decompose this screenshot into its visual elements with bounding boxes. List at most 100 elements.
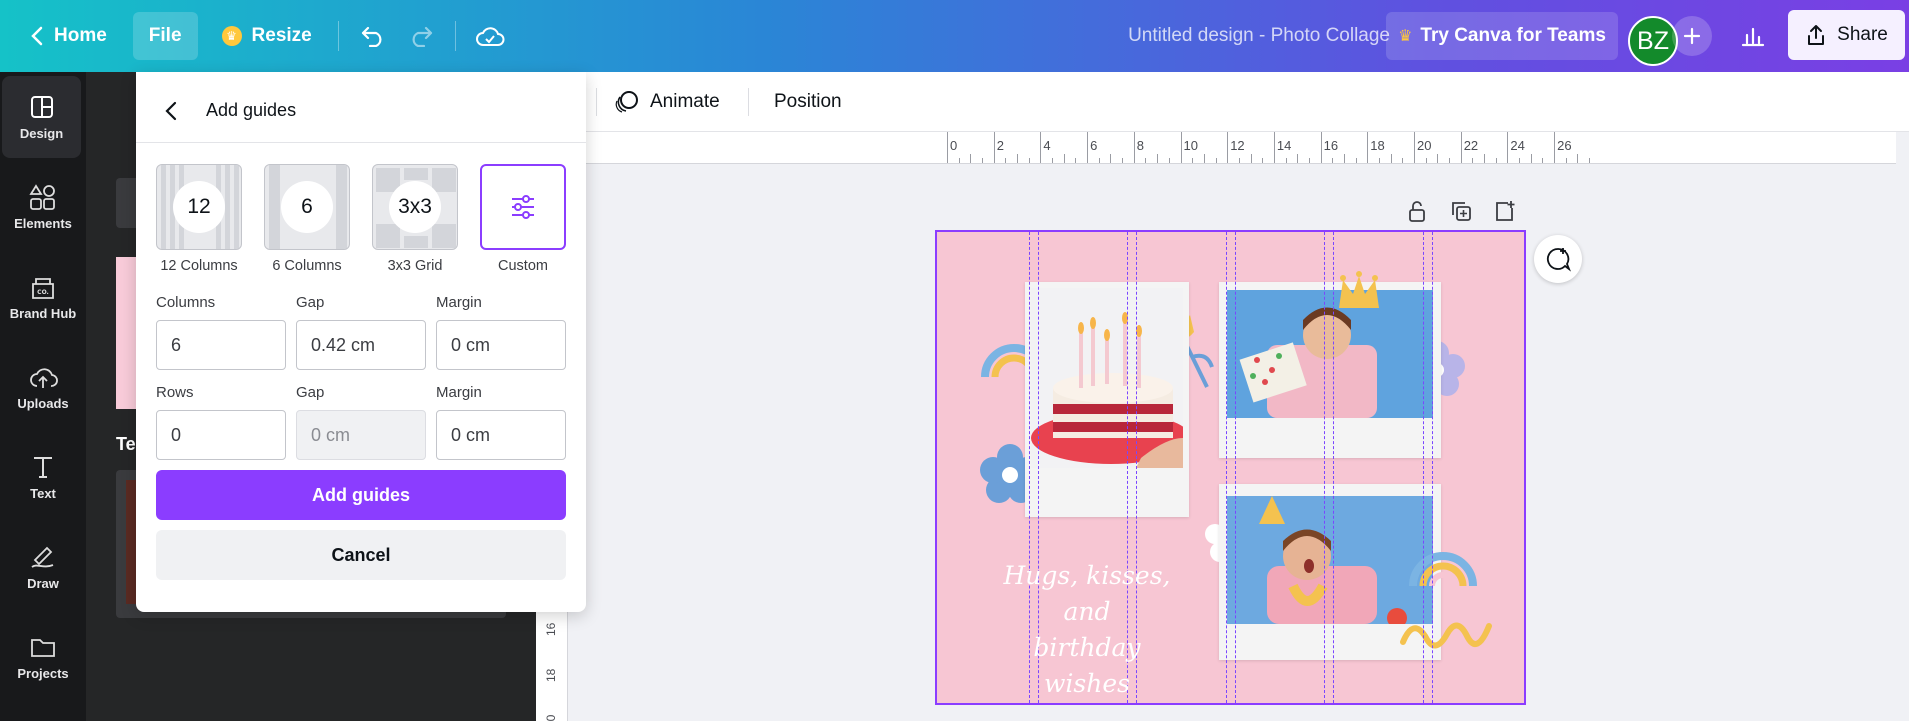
column-margin-field[interactable]: 0 cm (436, 320, 566, 370)
rail-item-design[interactable]: Design (2, 76, 81, 158)
column-guide (1226, 232, 1227, 703)
ruler-tick (1273, 132, 1275, 163)
sliders-icon (512, 195, 534, 219)
rail-item-text[interactable]: Text (0, 436, 86, 518)
divider (337, 21, 339, 51)
row-margin-label: Margin (436, 384, 482, 401)
ruler-tick-label: 18 (544, 668, 558, 682)
preset-label: Custom (498, 258, 548, 274)
crown-sticker[interactable] (1335, 270, 1383, 314)
file-label: File (148, 25, 182, 46)
ruler-minor-tick (1542, 158, 1544, 163)
rail-item-brand-hub[interactable]: CO. Brand Hub (0, 256, 86, 338)
preset-label: 6 Columns (272, 258, 342, 274)
preset-label: 12 Columns (160, 258, 238, 274)
add-guides-button[interactable]: Add guides (156, 470, 566, 520)
caption-text[interactable]: Hugs, kisses, and birthday wishes (992, 558, 1182, 702)
divider (454, 21, 456, 51)
save-status-button[interactable] (466, 12, 514, 60)
ruler-tick-label: 10 (1183, 138, 1198, 153)
lock-button[interactable] (1402, 196, 1432, 226)
cancel-button[interactable]: Cancel (156, 530, 566, 580)
caption-line: Hugs, kisses, and (1003, 561, 1171, 626)
ruler-minor-tick (1495, 158, 1497, 163)
rail-item-projects[interactable]: Projects (0, 616, 86, 698)
ruler-minor-tick (1589, 158, 1591, 163)
redo-button[interactable] (397, 12, 445, 60)
ruler-minor-tick (1075, 158, 1077, 163)
ruler-tick (1554, 132, 1556, 163)
ruler-minor-tick (1192, 158, 1194, 163)
undo-button[interactable] (349, 12, 397, 60)
ruler-minor-tick (1378, 158, 1380, 163)
ruler-tick-label: 20 (544, 715, 558, 721)
ruler-minor-tick (1577, 154, 1579, 163)
row-gap-label: Gap (296, 384, 325, 401)
ruler-minor-tick (1052, 158, 1054, 163)
cake-photo (1031, 288, 1183, 468)
home-button[interactable]: Home (14, 12, 123, 60)
animate-button[interactable]: Animate (614, 86, 720, 118)
column-guide (1423, 232, 1424, 703)
squiggle-sticker[interactable] (1399, 612, 1495, 660)
ruler-minor-tick (1390, 154, 1392, 163)
lock-icon (1409, 201, 1425, 222)
photo-frame-gift[interactable] (1219, 282, 1441, 458)
animate-icon (615, 91, 638, 113)
preset-value: 6 (281, 181, 333, 233)
resize-button[interactable]: ♛ Resize (206, 12, 328, 60)
ruler-minor-tick (1355, 158, 1357, 163)
panel-heading: Te (116, 434, 136, 454)
rail-item-uploads[interactable]: Uploads (0, 346, 86, 428)
text-icon (34, 456, 52, 478)
ruler-tick-label: 20 (1417, 138, 1432, 153)
invite-button[interactable] (1672, 16, 1712, 56)
insights-button[interactable] (1728, 12, 1778, 60)
ruler-minor-tick (1005, 158, 1007, 163)
rail-item-elements[interactable]: Elements (0, 166, 86, 248)
duplicate-page-button[interactable] (1446, 196, 1476, 226)
avatar[interactable]: BZ (1628, 16, 1678, 66)
ruler-minor-tick (1484, 154, 1486, 163)
dialog-header: Add guides (136, 72, 586, 143)
plus-icon (1683, 27, 1701, 45)
preset-12-columns[interactable]: 12 (156, 164, 242, 250)
scrollbar[interactable] (1896, 132, 1909, 721)
preset-6-columns[interactable]: 6 (264, 164, 350, 250)
ruler-minor-tick (1565, 158, 1567, 163)
file-menu-button[interactable]: File (132, 12, 198, 60)
ruler-tick-label: 16 (1323, 138, 1339, 153)
preset-3x3-grid[interactable]: 3x3 (372, 164, 458, 250)
photo-frame-cake[interactable] (1025, 282, 1189, 517)
cloud-check-icon (475, 27, 505, 46)
panel-button[interactable] (116, 178, 136, 228)
ruler-minor-tick (1122, 158, 1124, 163)
ruler-minor-tick (1145, 158, 1147, 163)
add-page-button[interactable] (1490, 196, 1520, 226)
party-hat-sticker[interactable] (1257, 494, 1287, 526)
rows-field[interactable]: 0 (156, 410, 286, 460)
draw-icon (31, 546, 54, 568)
add-comment-button[interactable] (1534, 235, 1582, 283)
share-button[interactable]: Share (1788, 10, 1905, 60)
rail-item-draw[interactable]: Draw (0, 526, 86, 608)
ruler-tick (1460, 132, 1462, 163)
ruler-tick (1133, 132, 1135, 163)
preset-custom[interactable] (480, 164, 566, 250)
try-teams-button[interactable]: ♛ Try Canva for Teams (1386, 12, 1618, 60)
ruler-tick-label: 2 (996, 138, 1004, 153)
home-label: Home (54, 25, 107, 46)
document-title[interactable]: Untitled design - Photo Collage (1050, 25, 1390, 47)
ruler-minor-tick (1262, 158, 1264, 163)
back-button[interactable] (156, 96, 186, 126)
ruler-minor-tick (1017, 154, 1019, 163)
column-gap-field[interactable]: 0.42 cm (296, 320, 426, 370)
position-label: Position (774, 91, 842, 112)
position-button[interactable]: Position (774, 86, 842, 118)
column-guide (1432, 232, 1433, 703)
row-margin-field[interactable]: 0 cm (436, 410, 566, 460)
rainbow-sticker-2[interactable] (1407, 532, 1479, 590)
template-thumbnail[interactable] (116, 257, 136, 409)
columns-field[interactable]: 6 (156, 320, 286, 370)
resize-label: Resize (251, 25, 312, 46)
